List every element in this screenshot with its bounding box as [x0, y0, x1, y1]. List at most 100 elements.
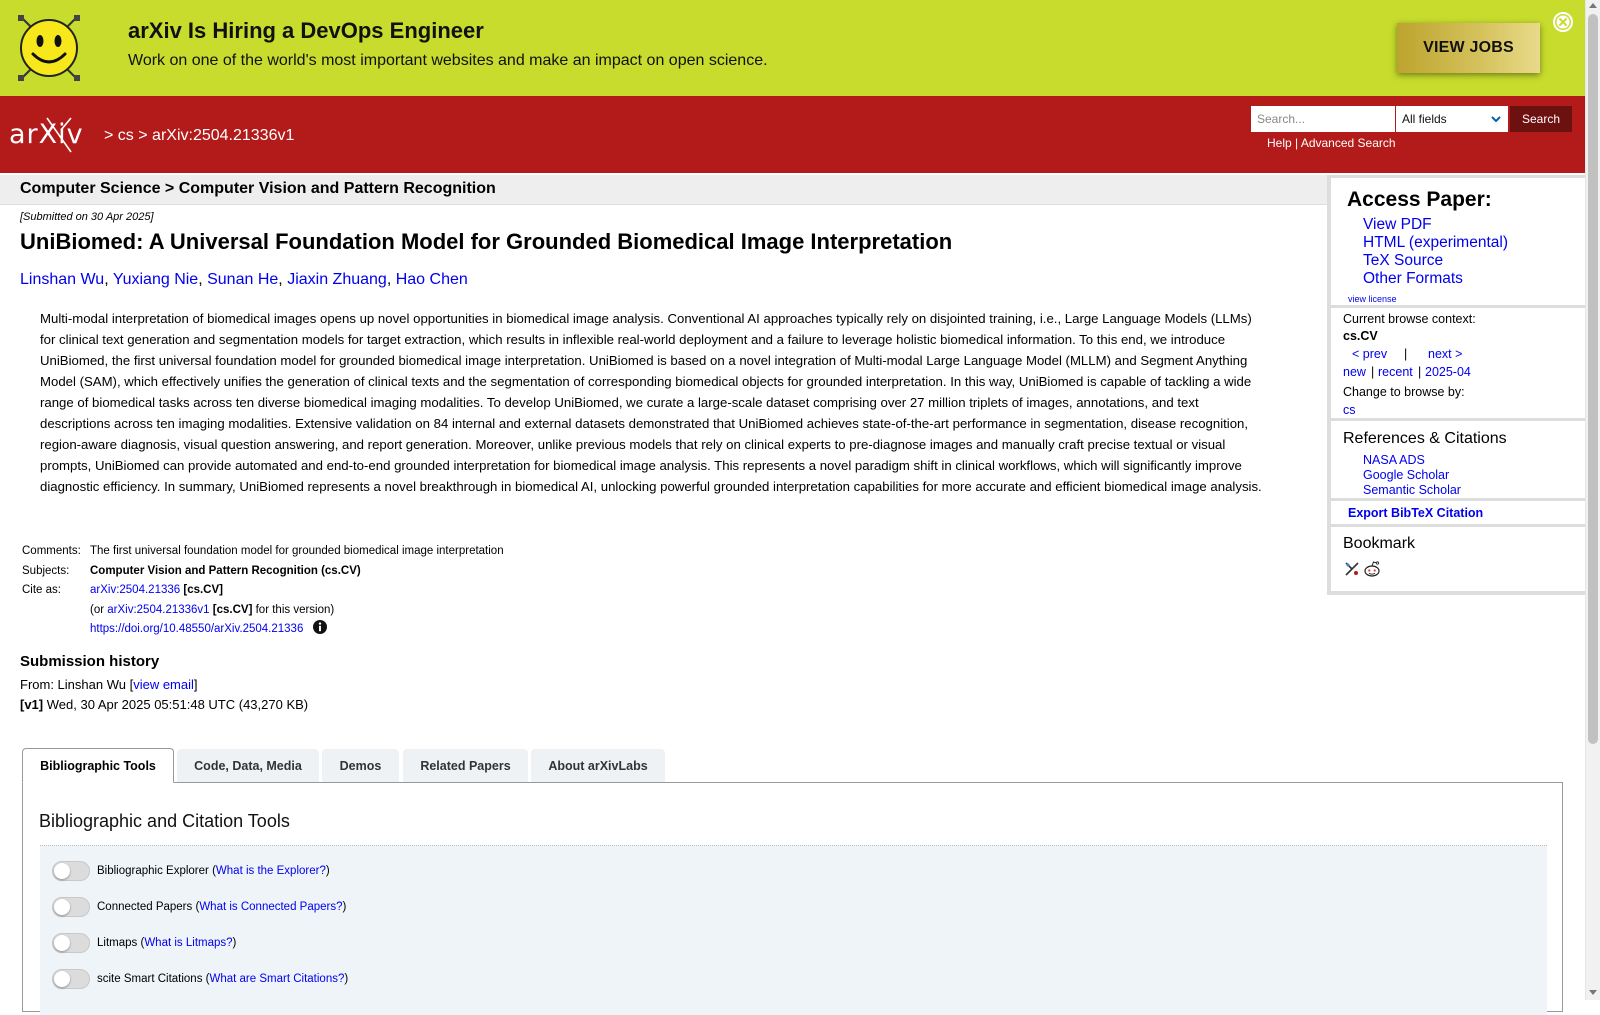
- comments-label: Comments:: [22, 545, 81, 557]
- search-input[interactable]: Search...: [1251, 106, 1395, 132]
- tool-item: Connected Papers (What is Connected Pape…: [52, 896, 346, 918]
- author-separator: ,: [278, 271, 283, 288]
- tool-item: scite Smart Citations (What are Smart Ci…: [52, 968, 348, 990]
- author-link[interactable]: Linshan Wu: [20, 271, 104, 288]
- author-separator: ,: [198, 271, 203, 288]
- bibliographic-explorer-toggle[interactable]: [52, 861, 90, 881]
- export-bibtex-link[interactable]: Export BibTeX Citation: [1348, 506, 1483, 520]
- breadcrumb: > cs > arXiv:2504.21336v1: [104, 127, 294, 145]
- cite-tag: [cs.CV]: [183, 584, 223, 596]
- subjects-value: Computer Vision and Pattern Recognition …: [90, 564, 361, 577]
- breadcrumb-separator: >: [138, 127, 148, 144]
- version-text: Wed, 30 Apr 2025 05:51:48 UTC (43,270 KB…: [46, 697, 309, 712]
- new-link[interactable]: new: [1343, 365, 1366, 379]
- logo-text: arXiv: [9, 119, 84, 150]
- author-link[interactable]: Jiaxin Zhuang: [287, 271, 387, 288]
- scite-toggle[interactable]: [52, 969, 90, 989]
- cite-id-link[interactable]: arXiv:2504.21336: [90, 584, 180, 596]
- bookmark-box: Bookmark: [1331, 527, 1585, 591]
- cite-value: arXiv:2504.21336 [cs.CV]: [90, 581, 223, 601]
- tex-source-link[interactable]: TeX Source: [1363, 252, 1443, 270]
- search-field-value: All fields: [1402, 112, 1447, 126]
- connected-papers-toggle[interactable]: [52, 897, 90, 917]
- recent-link[interactable]: recent: [1378, 365, 1413, 379]
- author-list: Linshan Wu, Yuxiang Nie, Sunan He, Jiaxi…: [20, 271, 468, 289]
- nav-separator: |: [1404, 347, 1408, 361]
- change-browse-label: Change to browse by:: [1343, 385, 1465, 399]
- search-field-select[interactable]: All fields: [1396, 106, 1508, 132]
- breadcrumb-paper-id: arXiv:2504.21336v1: [152, 127, 295, 144]
- export-box: Export BibTeX Citation: [1331, 501, 1585, 524]
- scroll-up-arrow-icon[interactable]: [1589, 3, 1597, 8]
- nasa-ads-link[interactable]: NASA ADS: [1363, 453, 1425, 467]
- arxiv-logo[interactable]: arXiv: [9, 114, 101, 154]
- tab-about-arxivlabs[interactable]: About arXivLabs: [531, 749, 665, 782]
- tab-related-papers[interactable]: Related Papers: [403, 749, 528, 782]
- site-header: arXiv > cs > arXiv:2504.21336v1 Search..…: [0, 96, 1585, 173]
- category-bar: Computer Science > Computer Vision and P…: [0, 175, 1327, 205]
- close-icon[interactable]: [1552, 11, 1574, 33]
- tool-name: Litmaps: [97, 937, 138, 949]
- tool-info-link[interactable]: What is the Explorer?: [216, 865, 326, 877]
- author-link[interactable]: Hao Chen: [396, 271, 468, 288]
- doi-value: https://doi.org/10.48550/arXiv.2504.2133…: [90, 620, 327, 640]
- cite-version-link[interactable]: arXiv:2504.21336v1: [107, 604, 209, 616]
- version-entry: [v1] Wed, 30 Apr 2025 05:51:48 UTC (43,2…: [20, 697, 308, 712]
- tab-bibliographic-tools[interactable]: Bibliographic Tools: [22, 748, 174, 783]
- advanced-search-link[interactable]: Advanced Search: [1301, 136, 1396, 150]
- breadcrumb-separator: >: [104, 127, 114, 144]
- paper-title: UniBiomed: A Universal Foundation Model …: [20, 229, 953, 254]
- browse-context-box: Current browse context: cs.CV < prev | n…: [1331, 308, 1585, 418]
- view-license-link[interactable]: view license: [1348, 294, 1397, 304]
- tool-info-link[interactable]: What is Litmaps?: [144, 937, 232, 949]
- month-link[interactable]: 2025-04: [1425, 365, 1471, 379]
- cite-version-tag: [cs.CV]: [212, 603, 253, 616]
- semantic-scholar-link[interactable]: Semantic Scholar: [1363, 483, 1461, 497]
- scrollbar-thumb[interactable]: [1588, 14, 1598, 744]
- submission-from: From: Linshan Wu [view email]: [20, 677, 198, 692]
- browse-context-value: cs.CV: [1343, 329, 1378, 343]
- paren-close: ): [344, 973, 349, 985]
- subjects-label: Subjects:: [22, 564, 70, 577]
- search-help-links: Help | Advanced Search: [1267, 136, 1396, 150]
- help-link[interactable]: Help: [1267, 136, 1292, 150]
- info-icon[interactable]: [312, 620, 327, 634]
- nav-separator: |: [1418, 365, 1422, 379]
- cite-version-suffix: for this version): [255, 603, 335, 616]
- scroll-down-arrow-icon[interactable]: [1589, 990, 1597, 995]
- view-email-link[interactable]: view email: [133, 677, 194, 692]
- tool-info-link[interactable]: What is Connected Papers?: [199, 901, 342, 913]
- submission-from-suffix: ]: [193, 677, 198, 692]
- cite-or-text: (or: [90, 603, 105, 616]
- paren-close: ): [325, 865, 330, 877]
- abstract: Multi-modal interpretation of biomedical…: [40, 311, 1262, 494]
- chevron-down-icon: [1491, 116, 1501, 123]
- other-formats-link[interactable]: Other Formats: [1363, 270, 1463, 288]
- breadcrumb-cs[interactable]: cs: [118, 127, 134, 144]
- browse-cs-link[interactable]: cs: [1343, 403, 1356, 417]
- next-link[interactable]: next >: [1428, 347, 1462, 361]
- author-separator: ,: [386, 271, 392, 288]
- tool-info-link[interactable]: What are Smart Citations?: [210, 973, 345, 985]
- view-jobs-button[interactable]: VIEW JOBS: [1397, 23, 1540, 73]
- doi-link[interactable]: https://doi.org/10.48550/arXiv.2504.2133…: [90, 623, 303, 635]
- nav-separator: |: [1371, 365, 1375, 379]
- html-experimental-link[interactable]: HTML (experimental): [1363, 234, 1508, 252]
- tool-item: Litmaps (What is Litmaps?): [52, 932, 236, 954]
- tab-demos[interactable]: Demos: [322, 749, 399, 782]
- version-label[interactable]: [v1]: [20, 697, 43, 712]
- author-link[interactable]: Sunan He: [207, 271, 278, 288]
- search-button[interactable]: Search: [1510, 106, 1572, 132]
- litmaps-toggle[interactable]: [52, 933, 90, 953]
- page-scrollbar[interactable]: [1585, 0, 1600, 1000]
- hiring-banner: arXiv Is Hiring a DevOps Engineer Work o…: [0, 0, 1585, 96]
- view-pdf-link[interactable]: View PDF: [1363, 216, 1432, 234]
- google-scholar-link[interactable]: Google Scholar: [1363, 468, 1449, 482]
- submission-from-prefix: From: Linshan Wu [: [20, 677, 134, 692]
- cite-label: Cite as:: [22, 584, 61, 596]
- author-link[interactable]: Yuxiang Nie: [113, 271, 198, 288]
- prev-link[interactable]: < prev: [1352, 347, 1387, 361]
- bibsonomy-icon[interactable]: [1343, 560, 1361, 578]
- tab-code-data-media[interactable]: Code, Data, Media: [177, 749, 319, 782]
- reddit-icon[interactable]: [1363, 560, 1381, 578]
